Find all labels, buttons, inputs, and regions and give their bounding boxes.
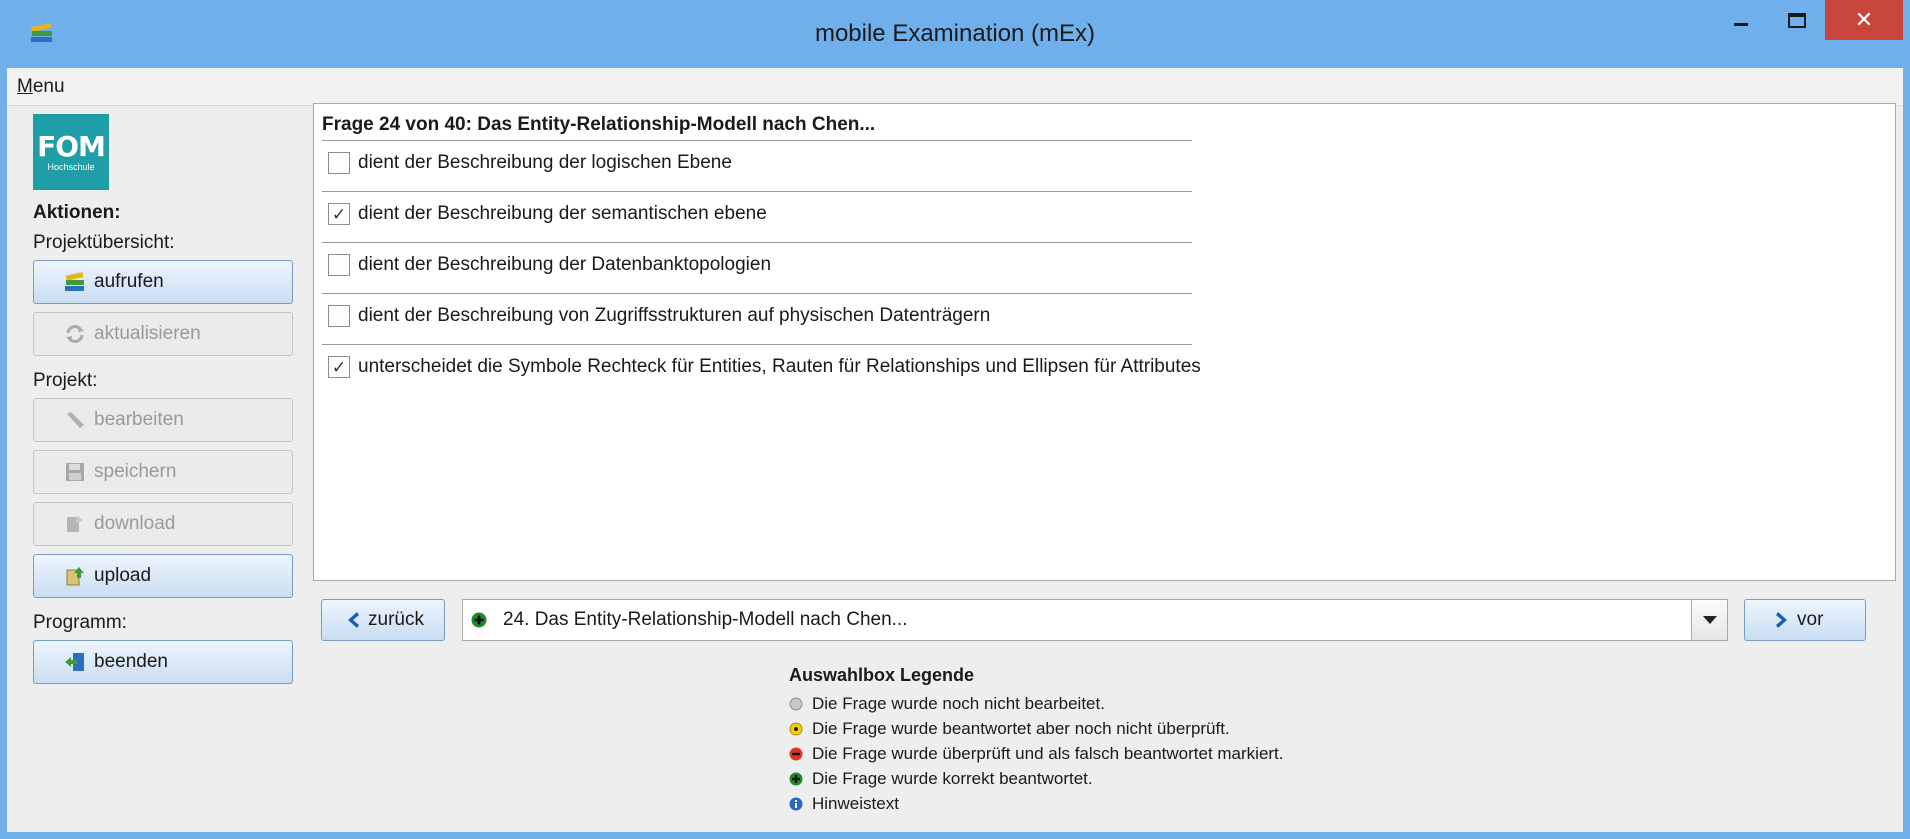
projektuebersicht-label: Projektübersicht: [33, 232, 175, 253]
download-label: download [94, 513, 176, 534]
answer-option-1[interactable]: dient der Beschreibung der logischen Ebe… [328, 152, 732, 174]
bearbeiten-label: bearbeiten [94, 409, 184, 430]
logo-subtext: Hochschule [47, 162, 95, 172]
title-bar[interactable]: mobile Examination (mEx) ✕ [7, 0, 1903, 68]
legend-item: Die Frage wurde beantwortet aber noch ni… [789, 716, 1284, 741]
answer-checkbox-checked[interactable]: ✓ [328, 356, 350, 378]
answer-option-4[interactable]: dient der Beschreibung von Zugriffsstruk… [328, 305, 990, 327]
yellow-dot-icon [789, 722, 803, 735]
prev-label: zurück [368, 609, 424, 630]
checkmark-icon: ✓ [331, 204, 347, 224]
question-panel: Frage 24 von 40: Das Entity-Relationship… [313, 103, 1896, 581]
dropdown-arrow-button[interactable] [1691, 600, 1727, 640]
answer-option-label: dient der Beschreibung der Datenbanktopo… [358, 254, 772, 275]
legend-item-text: Die Frage wurde beantwortet aber noch ni… [812, 718, 1230, 738]
window-controls: ✕ [1713, 0, 1903, 40]
answer-option-3[interactable]: dient der Beschreibung der Datenbanktopo… [328, 254, 771, 276]
legend-item: Die Frage wurde überprüft und als falsch… [789, 741, 1284, 766]
prev-button[interactable]: zurück [321, 599, 445, 641]
chevron-right-icon [1776, 612, 1787, 628]
aufrufen-label: aufrufen [94, 271, 164, 292]
selectbox-legend: Auswahlbox Legende Die Frage wurde noch … [789, 663, 1284, 816]
close-button[interactable]: ✕ [1825, 0, 1903, 40]
actions-heading: Aktionen: [33, 202, 121, 223]
legend-item-text: Die Frage wurde noch nicht bearbeitet. [812, 693, 1105, 713]
green-plus-icon [471, 612, 487, 628]
close-icon: ✕ [1854, 7, 1874, 32]
gray-circle-icon [789, 697, 803, 710]
menu-bar: Menu [7, 68, 1903, 106]
selected-question-label: 24. Das Entity-Relationship-Modell nach … [503, 609, 908, 630]
green-plus-icon [789, 772, 803, 785]
answer-option-label: dient der Beschreibung der semantischen … [358, 203, 767, 224]
separator [322, 140, 1192, 141]
legend-item-text: Die Frage wurde überprüft und als falsch… [812, 743, 1284, 763]
checkmark-icon: ✓ [331, 357, 347, 377]
upload-label: upload [94, 565, 152, 586]
floppy-disk-icon [66, 463, 84, 481]
legend-item: Hinweistext [789, 791, 1284, 816]
window-title: mobile Examination (mEx) [814, 20, 1096, 47]
download-icon [67, 516, 83, 532]
red-minus-icon [789, 747, 803, 760]
app-books-icon [30, 22, 52, 42]
question-navigation: zurück 24. Das Entity-Relationship-Model… [313, 599, 1896, 643]
chevron-left-icon [348, 612, 359, 628]
upload-icon [66, 567, 84, 586]
separator [322, 344, 1192, 345]
legend-item: Die Frage wurde noch nicht bearbeitet. [789, 691, 1284, 716]
bearbeiten-button[interactable]: bearbeiten [33, 398, 293, 442]
legend-title: Auswahlbox Legende [789, 665, 975, 685]
separator [322, 242, 1192, 243]
logo-text: FOM [37, 130, 106, 163]
actions-sidebar: FOM Hochschule Aktionen: Projektübersich… [33, 114, 301, 692]
answer-checkbox[interactable] [328, 305, 350, 327]
question-select[interactable]: 24. Das Entity-Relationship-Modell nach … [462, 599, 1728, 641]
next-button[interactable]: vor [1744, 599, 1866, 641]
app-window: mobile Examination (mEx) ✕ Menu FOM Hoch… [0, 0, 1910, 839]
legend-item: Die Frage wurde korrekt beantwortet. [789, 766, 1284, 791]
upload-button[interactable]: upload [33, 554, 293, 598]
projekt-label: Projekt: [33, 370, 98, 391]
menu-item-menu[interactable]: Menu [17, 76, 65, 98]
answer-option-label: dient der Beschreibung von Zugriffsstruk… [358, 305, 991, 326]
exit-door-icon [65, 653, 84, 671]
answer-option-label: unterscheidet die Symbole Rechteck für E… [358, 356, 1201, 377]
legend-item-text: Die Frage wurde korrekt beantwortet. [812, 768, 1093, 788]
chevron-down-icon [1702, 616, 1717, 624]
answer-checkbox-checked[interactable]: ✓ [328, 203, 350, 225]
answer-checkbox[interactable] [328, 254, 350, 276]
minimize-button[interactable] [1713, 0, 1769, 40]
download-button[interactable]: download [33, 502, 293, 546]
client-area: Menu FOM Hochschule Aktionen: Projektübe… [7, 68, 1903, 832]
answer-option-2[interactable]: ✓ dient der Beschreibung der semantische… [328, 203, 767, 225]
next-label: vor [1797, 609, 1824, 630]
answer-option-5[interactable]: ✓ unterscheidet die Symbole Rechteck für… [328, 356, 1201, 378]
beenden-label: beenden [94, 651, 168, 672]
legend-item-text: Hinweistext [812, 793, 899, 813]
minimize-icon [1734, 22, 1748, 26]
pencil-icon [67, 412, 84, 428]
speichern-button[interactable]: speichern [33, 450, 293, 494]
maximize-icon [1788, 12, 1806, 28]
books-icon [65, 272, 84, 291]
speichern-label: speichern [94, 461, 177, 482]
separator [322, 293, 1192, 294]
beenden-button[interactable]: beenden [33, 640, 293, 684]
separator [322, 191, 1192, 192]
programm-label: Programm: [33, 612, 127, 633]
answer-option-label: dient der Beschreibung der logischen Ebe… [358, 152, 732, 173]
aktualisieren-button[interactable]: aktualisieren [33, 312, 293, 356]
info-icon [789, 797, 803, 810]
answer-checkbox[interactable] [328, 152, 350, 174]
fom-logo: FOM Hochschule [33, 114, 109, 190]
maximize-button[interactable] [1769, 0, 1825, 40]
question-title: Frage 24 von 40: Das Entity-Relationship… [322, 114, 876, 135]
refresh-icon [66, 325, 84, 343]
aufrufen-button[interactable]: aufrufen [33, 260, 293, 304]
aktualisieren-label: aktualisieren [94, 323, 201, 344]
